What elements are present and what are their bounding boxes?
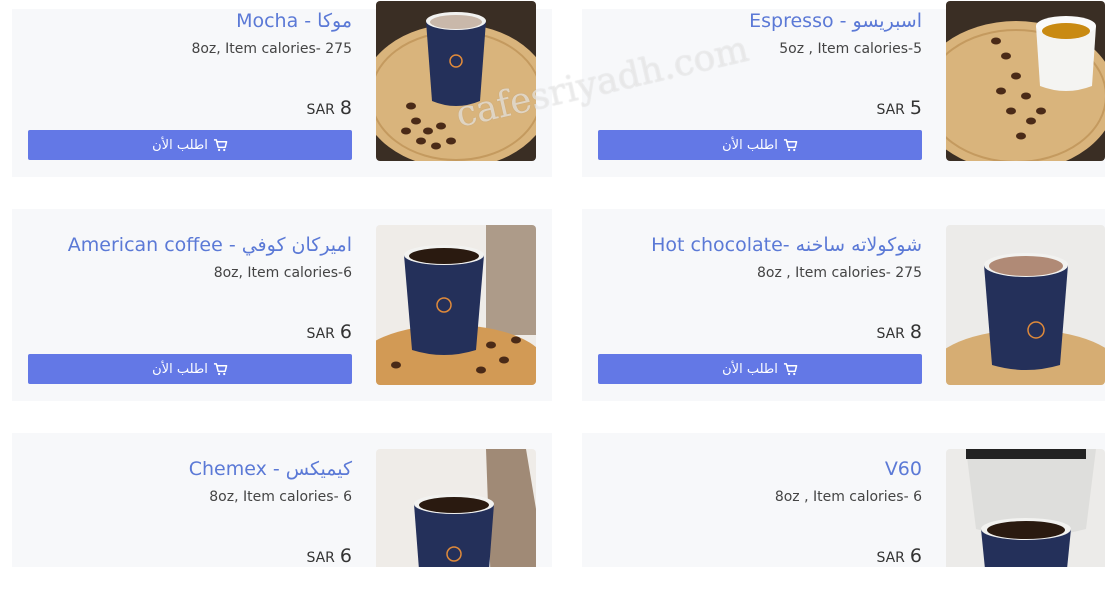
- price-currency: SAR: [306, 326, 335, 342]
- menu-card-espresso: Espresso - اسبريسو 5oz , Item calories-5…: [582, 1, 1105, 177]
- price-currency: SAR: [306, 550, 335, 566]
- price-currency: SAR: [876, 326, 905, 342]
- order-now-button[interactable]: اطلب الأن: [28, 130, 352, 160]
- item-description: 5oz , Item calories-5: [779, 41, 922, 57]
- menu-card-mocha: Mocha - موكا 8oz, Item calories- 275 SAR…: [12, 1, 552, 177]
- espresso-photo: [946, 1, 1105, 161]
- item-description: 8oz , Item calories- 275: [757, 265, 922, 281]
- item-description: 8oz , Item calories- 6: [774, 489, 922, 505]
- price-currency: SAR: [876, 550, 905, 566]
- cart-icon: [783, 363, 798, 376]
- mocha-photo: [376, 1, 536, 161]
- price-value: 5: [909, 97, 922, 119]
- order-now-button[interactable]: اطلب الأن: [598, 354, 922, 384]
- cart-icon: [213, 139, 228, 152]
- price-value: 6: [339, 545, 352, 567]
- v60-photo: [946, 449, 1105, 567]
- item-title[interactable]: Espresso - اسبريسو: [749, 10, 922, 32]
- cart-icon: [213, 363, 228, 376]
- price-value: 6: [339, 321, 352, 343]
- chemex-photo: [376, 449, 536, 567]
- hot-chocolate-photo: [946, 225, 1105, 385]
- item-price: SAR 8: [306, 97, 352, 119]
- price-currency: SAR: [306, 102, 335, 118]
- item-title[interactable]: Mocha - موكا: [236, 10, 352, 32]
- price-currency: SAR: [876, 102, 905, 118]
- order-label: اطلب الأن: [152, 361, 208, 377]
- order-now-button[interactable]: اطلب الأن: [28, 354, 352, 384]
- order-label: اطلب الأن: [722, 361, 778, 377]
- menu-card-v60: V60 8oz , Item calories- 6 SAR 6: [582, 433, 1105, 567]
- item-title[interactable]: American coffee - اميركان كوفي: [68, 234, 352, 256]
- price-value: 8: [909, 321, 922, 343]
- american-coffee-photo: [376, 225, 536, 385]
- item-price: SAR 5: [876, 97, 922, 119]
- menu-card-chemex: Chemex - كيميكس 8oz, Item calories- 6 SA…: [12, 433, 552, 567]
- order-label: اطلب الأن: [722, 137, 778, 153]
- order-label: اطلب الأن: [152, 137, 208, 153]
- menu-card-hot-chocolate: Hot chocolate- شوكولاته ساخنه 8oz , Item…: [582, 209, 1105, 401]
- item-price: SAR 8: [876, 321, 922, 343]
- menu-card-american-coffee: American coffee - اميركان كوفي 8oz, Item…: [12, 209, 552, 401]
- item-title[interactable]: Hot chocolate- شوكولاته ساخنه: [651, 234, 922, 256]
- item-price: SAR 6: [306, 545, 352, 567]
- price-value: 6: [909, 545, 922, 567]
- item-title[interactable]: V60: [885, 458, 922, 480]
- order-now-button[interactable]: اطلب الأن: [598, 130, 922, 160]
- item-title[interactable]: Chemex - كيميكس: [189, 458, 352, 480]
- item-description: 8oz, Item calories- 275: [191, 41, 352, 57]
- item-description: 8oz, Item calories- 6: [209, 489, 352, 505]
- item-description: 8oz, Item calories-6: [213, 265, 352, 281]
- item-price: SAR 6: [306, 321, 352, 343]
- item-price: SAR 6: [876, 545, 922, 567]
- price-value: 8: [339, 97, 352, 119]
- cart-icon: [783, 139, 798, 152]
